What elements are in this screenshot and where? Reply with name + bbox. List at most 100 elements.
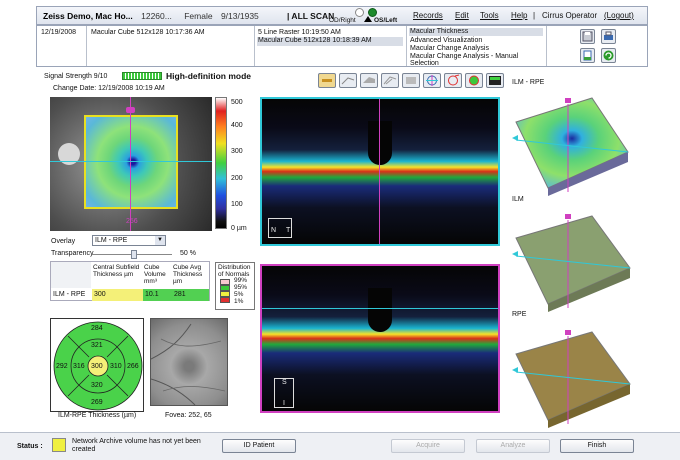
temporal-label: T [286,227,291,234]
od-eye-icon[interactable] [355,8,364,17]
etdrs-outer-top: 284 [91,325,103,332]
id-patient-button[interactable]: ID Patient [222,439,296,453]
menu-help[interactable]: Help [511,11,527,20]
refresh-icon[interactable] [601,48,616,63]
vertical-bscan[interactable]: S I [260,264,500,413]
table-row-label: ILM - RPE [53,291,86,298]
vertical-slider-handle[interactable] [126,107,135,113]
chevron-down-icon[interactable]: ▼ [155,236,165,245]
menu-separator: | [533,11,536,20]
scan-item[interactable]: 5 Line Raster 10:19:50 AM [258,29,341,36]
analyze-button[interactable]: Analyze [476,439,550,453]
surface-label-ilm-rpe: ILM - RPE [512,79,545,86]
analysis-item[interactable]: Macular Change Analysis [410,45,489,52]
selected-eye-indicator-icon [364,16,372,22]
os-label: OS/Left [374,17,398,24]
patient-id: 12260... [141,11,172,21]
analysis-item[interactable]: Advanced Visualization [410,37,482,44]
transparency-label: Transparency [51,250,94,257]
print-icon[interactable] [601,29,616,44]
legend-label: 95% [234,284,248,291]
signal-strength-bar [122,72,162,80]
ilm-3d-surface[interactable] [508,208,638,318]
patient-sex: Female [184,11,213,21]
scale-label: 400 [231,122,243,129]
menu-edit[interactable]: Edit [455,11,469,20]
color-map-tool-icon[interactable] [486,73,504,88]
cube-avg-value: 281 [172,289,209,301]
etdrs-outer-right: 266 [127,363,139,370]
status-message: Network Archive volume has not yet been … [72,438,201,453]
scale-label: 300 [231,148,243,155]
bscan-crosshair[interactable] [379,99,380,244]
overlay-label: Overlay [51,238,76,245]
analysis-item[interactable]: Macular Change Analysis - Manual Selecti… [410,53,546,67]
thickness-table: Central Subfield Thickness µm Cube Volum… [50,261,210,301]
zoom-tool-icon[interactable] [465,73,483,88]
nasal-label: N [271,227,277,234]
menu-tools[interactable]: Tools [480,11,499,20]
grid-tool-icon[interactable] [381,73,399,88]
bscan-crosshair[interactable] [262,308,498,309]
scan-item-selected[interactable]: Macular Cube 512x128 10:18:39 AM [257,37,403,46]
rpe-3d-surface[interactable] [508,324,638,434]
finish-button[interactable]: Finish [560,439,634,453]
logout-link[interactable]: (Logout) [604,11,634,20]
table-header: Cube Volume mm³ [144,264,166,285]
retinal-vessels [150,323,226,406]
thickness-color-scale [215,97,227,229]
scan-list-2: 5 Line Raster 10:19:50 AM Macular Cube 5… [255,26,407,66]
legend-label: 1% [234,298,244,305]
thickness-tool-icon[interactable] [318,73,336,88]
od-label: OD/Right [329,17,356,24]
menu-records[interactable]: Records [413,11,443,20]
vertical-crosshair[interactable] [130,97,131,231]
superior-label: S [282,379,287,386]
fovea-fundus-image[interactable] [150,318,228,406]
scan-list-1: Macular Cube 512x128 10:17:36 AM [87,26,255,66]
overlay-select[interactable]: ILM - RPE ▼ [92,235,166,246]
layer-tool-icon[interactable] [360,73,378,88]
analysis-list: Macular Thickness Advanced Visualization… [407,26,547,67]
etdrs-grid-panel: 300 321 316 310 320 284 292 266 269 [50,318,144,412]
scale-label: 100 [231,201,243,208]
etdrs-inner-left: 316 [73,363,85,370]
operator-name: Cirrus Operator [542,11,598,20]
scan-mode: | ALL SCAN [287,11,335,21]
central-subfield-value: 300 [92,289,143,301]
ilm-rpe-3d-surface[interactable] [508,92,638,202]
analysis-item-selected[interactable]: Macular Thickness [409,28,543,36]
etdrs-center: 300 [91,363,103,370]
overlay-value: ILM - RPE [95,237,128,244]
thickness-map-overlay[interactable] [84,115,178,209]
cube-volume-value: 10.1 [143,289,172,301]
surface-tool-icon[interactable] [339,73,357,88]
legend-label: 99% [234,277,248,284]
distribution-title: Distribution of Normals [218,264,251,278]
exam-date-cell[interactable]: 12/19/2008 [37,26,87,66]
fundus-image[interactable]: 256 [50,97,212,231]
acquire-button[interactable]: Acquire [391,439,465,453]
table-header: Cube Avg Thickness µm [173,264,203,285]
legend-label: 5% [234,291,244,298]
save-icon[interactable] [580,29,595,44]
fovea-caption: Fovea: 252, 65 [165,412,212,419]
horizontal-crosshair[interactable] [50,161,212,162]
scale-label: 200 [231,175,243,182]
exam-date: 12/19/2008 [41,29,77,36]
etdrs-inner-right: 310 [110,363,122,370]
etdrs-inner-bottom: 320 [91,382,103,389]
horizontal-bscan[interactable]: N T [260,97,500,246]
transparency-slider-thumb[interactable] [131,250,137,259]
transparency-value: 50 % [180,250,196,257]
foveal-pit [368,121,392,165]
slab-tool-icon[interactable] [402,73,420,88]
measure-tool-icon[interactable] [444,73,462,88]
table-header: Central Subfield Thickness µm [93,264,140,278]
foveal-pit [368,288,392,332]
export-icon[interactable] [580,48,595,63]
crosshair-tool-icon[interactable] [423,73,441,88]
etdrs-outer-left: 292 [56,363,68,370]
pink-position-value: 256 [126,218,138,225]
scan-item[interactable]: Macular Cube 512x128 10:17:36 AM [91,29,205,36]
